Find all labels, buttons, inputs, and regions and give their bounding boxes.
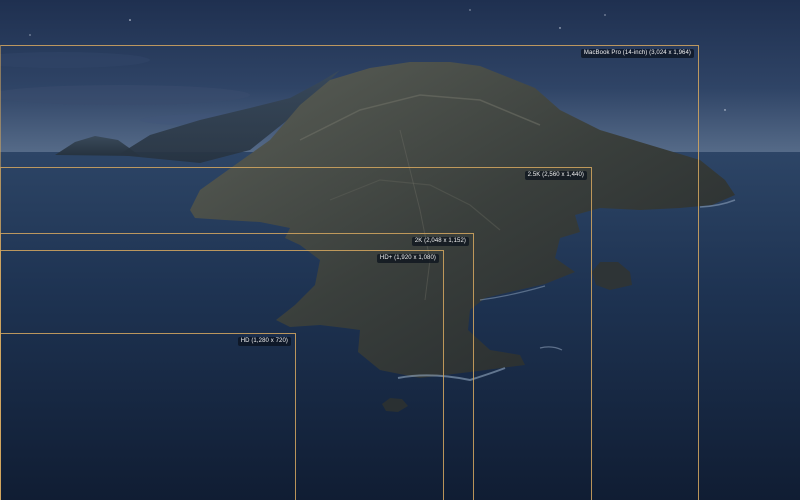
resolution-label-2-5k: 2.5K (2,560 x 1,440)	[524, 171, 587, 180]
resolution-label-macbook-pro: MacBook Pro (14-inch) (3,024 x 1,964)	[580, 49, 694, 58]
resolution-label-2k: 2K (2,048 x 1,152)	[411, 237, 469, 246]
resolution-label-hd: HD (1,280 x 720)	[237, 337, 291, 346]
resolution-label-hd-plus: HD+ (1,920 x 1,080)	[376, 254, 439, 263]
screen-canvas: MacBook Pro (14-inch) (3,024 x 1,964) 2.…	[0, 0, 800, 500]
resolution-frame-hd: HD (1,280 x 720)	[0, 333, 296, 500]
